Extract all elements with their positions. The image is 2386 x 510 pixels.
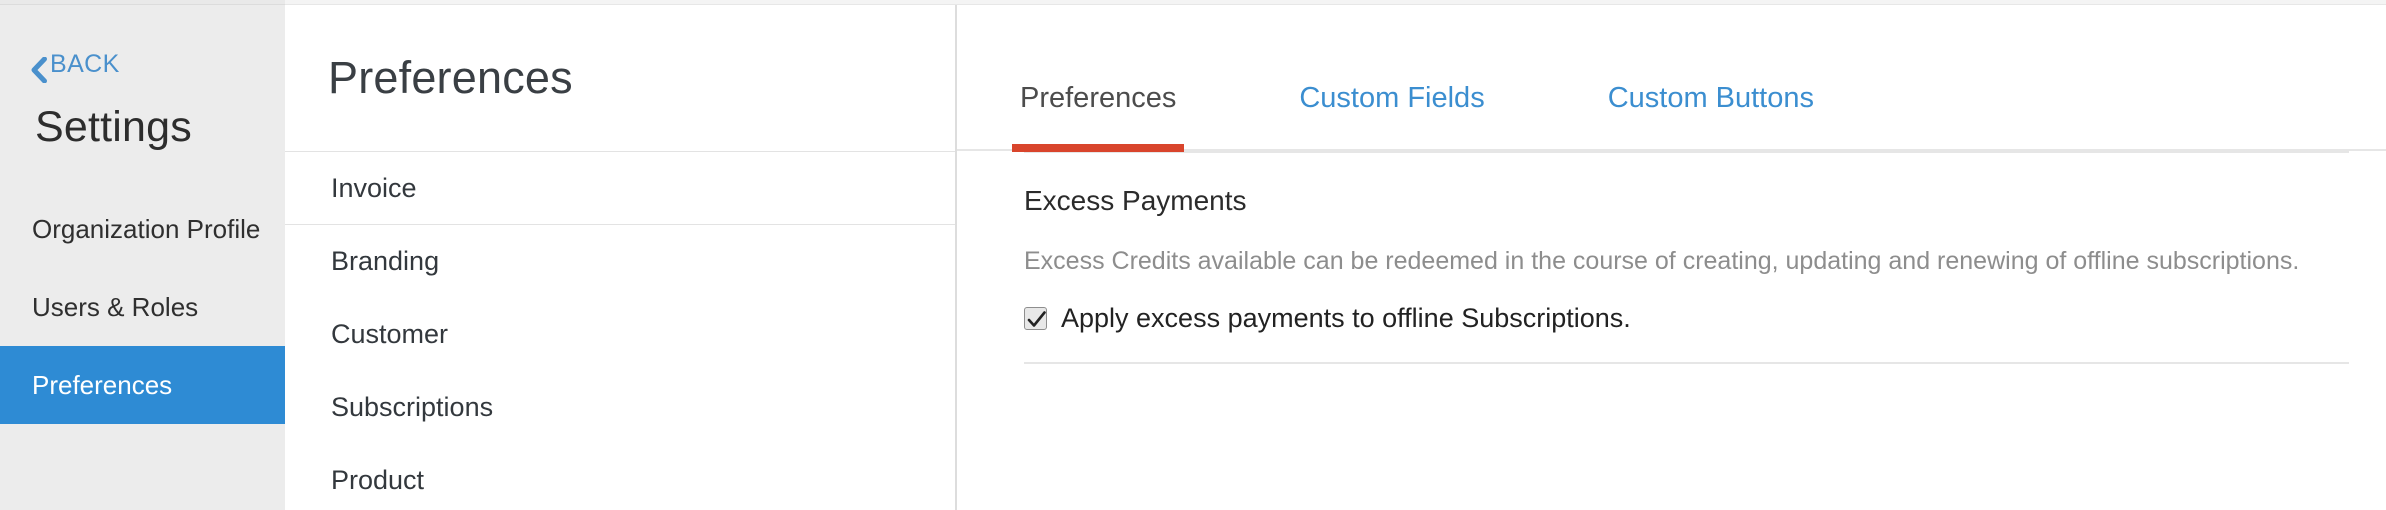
page-title: Settings [35,106,192,149]
back-label: BACK [50,50,120,79]
tab-custom-fields[interactable]: Custom Fields [1291,82,1492,149]
tab-preferences[interactable]: Preferences [1012,82,1184,149]
sidebar-item-label: Preferences [32,370,172,401]
settings-preferences-page: BACK Settings Organization Profile Users… [0,0,2386,510]
tab-custom-buttons[interactable]: Custom Buttons [1600,82,1822,149]
excess-payments-section: Excess Payments Excess Credits available… [957,153,2386,334]
list-item-label: Subscriptions [331,392,493,423]
divider-bottom [1024,362,2349,364]
section-title: Excess Payments [1024,185,2349,217]
chevron-left-icon [30,57,47,74]
sidebar-item-users-roles[interactable]: Users & Roles [0,268,285,346]
list-item-label: Product [331,465,424,496]
list-item-label: Customer [331,319,448,350]
apply-excess-payments-checkbox[interactable] [1024,307,1047,330]
settings-sidebar: BACK Settings Organization Profile Users… [0,0,285,510]
top-strip [0,0,2386,5]
top-strip-left [0,0,285,5]
section-description: Excess Credits available can be redeemed… [1024,243,2344,279]
apply-excess-payments-label: Apply excess payments to offline Subscri… [1061,303,1631,334]
preferences-item-product[interactable]: Product [285,444,955,510]
preferences-column-header: Preferences [285,5,955,152]
sidebar-nav: Organization Profile Users & Roles Prefe… [0,190,285,424]
sidebar-item-label: Users & Roles [32,292,198,323]
tab-label: Preferences [1020,82,1176,114]
preferences-item-customer[interactable]: Customer [285,298,955,371]
preferences-item-invoice[interactable]: Invoice [285,152,955,225]
tab-label: Custom Fields [1299,82,1484,114]
list-item-label: Invoice [331,173,417,204]
panel-body: Excess Payments Excess Credits available… [957,151,2386,364]
sidebar-item-preferences[interactable]: Preferences [0,346,285,424]
apply-excess-payments-row[interactable]: Apply excess payments to offline Subscri… [1024,303,2349,334]
tab-label: Custom Buttons [1608,82,1814,114]
sidebar-item-organization-profile[interactable]: Organization Profile [0,190,285,268]
tab-bar: Preferences Custom Fields Custom Buttons [957,5,2386,151]
preferences-column-heading: Preferences [328,52,573,104]
preferences-subnav-column: Preferences Invoice Branding Customer Su… [285,0,957,510]
preferences-item-subscriptions[interactable]: Subscriptions [285,371,955,444]
list-item-label: Branding [331,246,439,277]
preferences-item-branding[interactable]: Branding [285,225,955,298]
main-content-panel: Preferences Custom Fields Custom Buttons… [957,0,2386,510]
sidebar-item-label: Organization Profile [32,214,260,245]
back-link[interactable]: BACK [30,50,120,79]
preferences-list: Invoice Branding Customer Subscriptions … [285,152,955,510]
